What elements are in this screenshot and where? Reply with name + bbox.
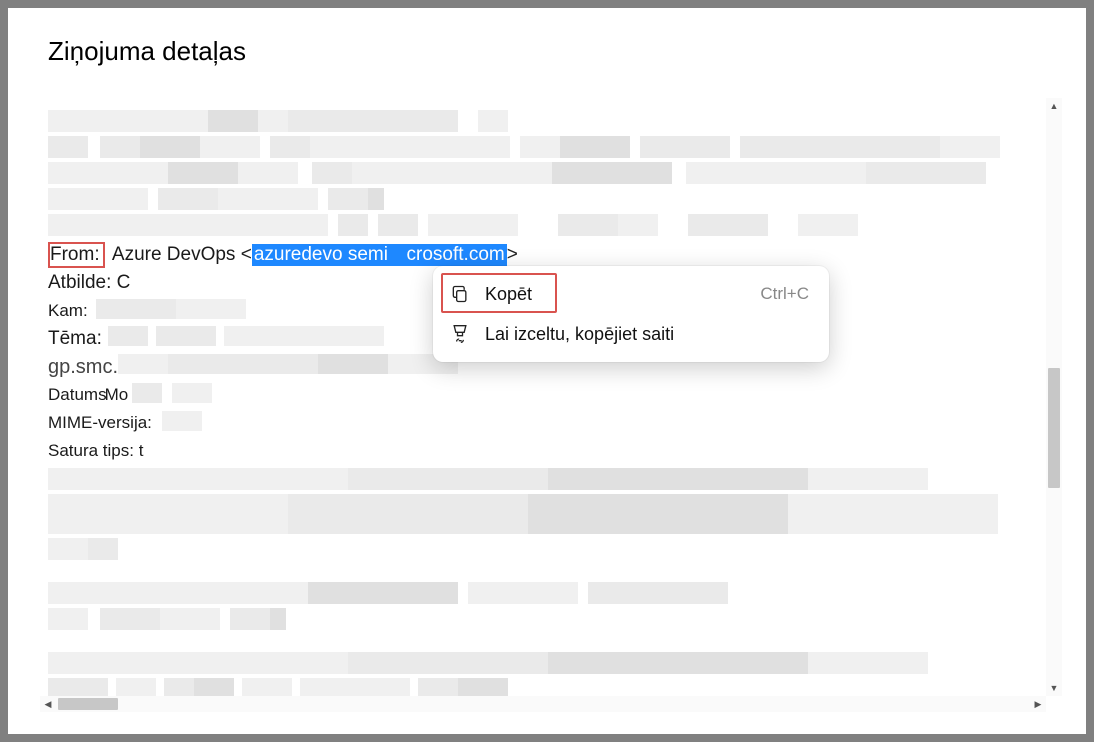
subject-value-redacted	[108, 326, 384, 352]
content-area: From: Azure DevOps < azuredevo semi .. c…	[40, 98, 1062, 712]
vscroll-thumb[interactable]	[1048, 368, 1060, 488]
date-frag: Mo	[105, 385, 129, 405]
mime-label: MIME-versija:	[48, 413, 152, 433]
to-label: Kam:	[48, 301, 88, 321]
date-redacted	[132, 383, 212, 408]
subject-label: Tēma:	[48, 328, 102, 350]
message-headers-viewport[interactable]: From: Azure DevOps < azuredevo semi .. c…	[40, 98, 1046, 696]
context-menu-copy-link-label: Lai izceltu, kopējiet saiti	[485, 324, 809, 345]
from-label: From:	[50, 244, 100, 265]
selected-email-part2[interactable]: crosoft.com	[405, 244, 507, 266]
from-sender-name: Azure DevOps	[107, 244, 241, 266]
gp-redacted	[118, 354, 458, 380]
from-row: From: Azure DevOps < azuredevo semi .. c…	[48, 242, 1038, 268]
dialog-window: Ziņojuma detaļas From: Azure DevOps < az…	[8, 8, 1086, 734]
mime-row: MIME-versija:	[48, 410, 1038, 436]
scroll-down-icon[interactable]: ▼	[1046, 680, 1062, 696]
to-value-redacted	[96, 299, 246, 324]
open-angle: <	[241, 244, 252, 266]
contenttype-value: t	[134, 441, 143, 461]
scroll-right-icon[interactable]: ▶	[1030, 696, 1046, 712]
context-menu-copy-shortcut: Ctrl+C	[760, 284, 809, 304]
vertical-scrollbar[interactable]: ▲ ▼	[1046, 98, 1062, 696]
selected-email-part1[interactable]: azuredevo semi	[252, 244, 390, 266]
copy-icon	[449, 283, 471, 305]
gp-text: gp.smc.	[48, 356, 118, 379]
date-label: Datums	[48, 385, 107, 405]
date-row: DatumsMo	[48, 382, 1038, 408]
scroll-left-icon[interactable]: ◀	[40, 696, 56, 712]
reply-value: C	[111, 272, 130, 294]
hscroll-thumb[interactable]	[58, 698, 118, 710]
context-menu-copy-label: Kopēt	[485, 284, 746, 305]
mime-redacted	[162, 411, 202, 436]
context-menu-copy[interactable]: Kopēt Ctrl+C	[439, 274, 823, 314]
scroll-up-icon[interactable]: ▲	[1046, 98, 1062, 114]
selected-email-gap[interactable]: ..	[390, 244, 405, 266]
contenttype-label: Satura tips:	[48, 441, 134, 461]
reply-label: Atbilde:	[48, 272, 111, 294]
dialog-title: Ziņojuma detaļas	[8, 8, 1086, 67]
context-menu: Kopēt Ctrl+C Lai izceltu, kopējiet saiti	[433, 266, 829, 362]
context-menu-copy-link[interactable]: Lai izceltu, kopējiet saiti	[439, 314, 823, 354]
from-highlight: From:	[48, 242, 105, 268]
highlighter-link-icon	[449, 323, 471, 345]
close-angle: >	[507, 244, 518, 266]
horizontal-scrollbar[interactable]: ◀ ▶	[40, 696, 1046, 712]
contenttype-row: Satura tips: t	[48, 438, 1038, 464]
